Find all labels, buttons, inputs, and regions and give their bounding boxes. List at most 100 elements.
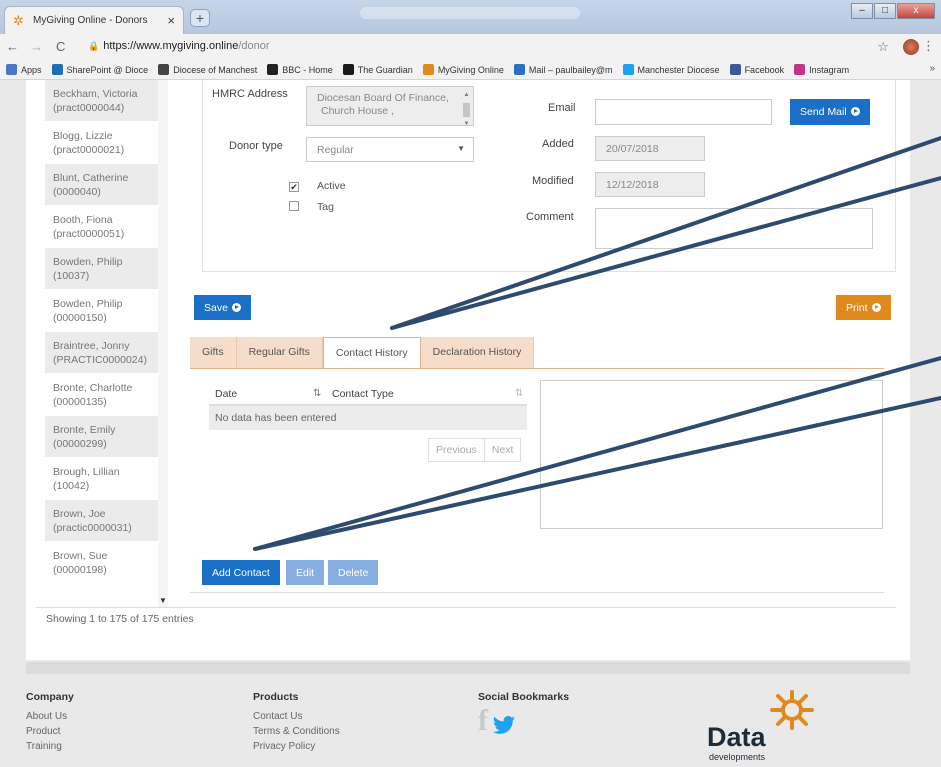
send-mail-button[interactable]: Send Mail (790, 99, 870, 125)
bookmark-label: BBC - Home (282, 64, 333, 75)
footer-company: Company About Us Product Training (26, 690, 74, 754)
bookmark-item[interactable]: Apps (6, 64, 42, 75)
donor-list-item[interactable]: Brown, Joe (practic0000031) (45, 500, 163, 542)
window-controls: – □ x (850, 3, 935, 19)
contact-detail-box[interactable] (540, 380, 883, 529)
facebook-icon[interactable]: f (478, 706, 488, 736)
donor-list-item[interactable]: Bronte, Charlotte (00000135) (45, 374, 163, 416)
bookmark-star-icon[interactable]: ☆ (877, 39, 889, 55)
hmrc-scrollbar[interactable]: ▲ ▼ (462, 89, 471, 127)
add-contact-button[interactable]: Add Contact (202, 560, 280, 585)
bookmark-item[interactable]: Facebook (729, 64, 785, 75)
donor-type-value: Regular (317, 144, 354, 156)
bookmark-item[interactable]: Manchester Diocese (622, 64, 720, 75)
previous-page-button[interactable]: Previous (429, 439, 484, 461)
forward-arrow-icon[interactable]: → (30, 39, 43, 54)
edit-button[interactable]: Edit (286, 560, 325, 585)
donor-list-item[interactable]: Bowden, Philip (00000150) (45, 290, 163, 332)
tab-close-icon[interactable]: × (167, 13, 175, 28)
sort-icon[interactable]: ⇅ (313, 388, 321, 399)
donor-name: Braintree, Jonny (53, 340, 130, 352)
twitter-icon[interactable] (492, 716, 516, 736)
modified-label: Modified (532, 175, 574, 187)
menu-kebab-icon[interactable]: ⋮ (922, 38, 935, 54)
bookmark-icon (342, 64, 354, 75)
donor-list-scrollbar[interactable]: ▼ (158, 80, 168, 608)
bookmark-item[interactable]: SharePoint @ Dioce (51, 64, 148, 75)
tab-regular-gifts[interactable]: Regular Gifts (236, 337, 323, 368)
footer-link-terms[interactable]: Terms & Conditions (253, 724, 340, 739)
bookmark-item[interactable]: BBC - Home (267, 64, 333, 75)
active-checkbox-box[interactable]: ✔ (289, 182, 299, 192)
new-tab-button[interactable]: + (190, 9, 210, 27)
hmrc-address-field[interactable]: Diocesan Board Of Finance, Church House … (306, 86, 474, 127)
next-page-button[interactable]: Next (483, 439, 521, 461)
print-button[interactable]: Print (836, 295, 891, 320)
donor-list-item[interactable]: Braintree, Jonny (PRACTIC0000024) (45, 332, 163, 374)
footer-link-about[interactable]: About Us (26, 709, 74, 724)
bookmark-icon (158, 64, 170, 75)
donor-name: Brown, Joe (53, 508, 106, 520)
bookmark-item[interactable]: The Guardian (342, 64, 413, 75)
donor-list-item[interactable]: Bronte, Emily (00000299) (45, 416, 163, 458)
save-button[interactable]: Save (194, 295, 251, 320)
donor-ref: (practic0000031) (53, 522, 132, 534)
reload-icon[interactable]: C (56, 39, 65, 54)
contact-type-column-header[interactable]: Contact Type (332, 388, 394, 400)
tab-contact-history[interactable]: Contact History (322, 337, 421, 368)
browser-tab-title: MyGiving Online - Donors (33, 15, 148, 26)
browser-tab[interactable]: ✲ MyGiving Online - Donors × (4, 6, 184, 34)
footer-link-training[interactable]: Training (26, 739, 74, 754)
donor-type-select[interactable]: Regular ▼ (306, 137, 474, 162)
donor-ref: (PRACTIC0000024) (53, 354, 147, 366)
active-checkbox[interactable]: ✔ Active (289, 180, 346, 192)
comment-input[interactable] (595, 208, 873, 249)
date-column-header[interactable]: Date (215, 388, 237, 400)
tag-checkbox-box[interactable] (289, 201, 299, 211)
url-field[interactable]: 🔒 https://www.mygiving.online/donor (88, 40, 270, 52)
bookmark-item[interactable]: Instagram (794, 64, 849, 75)
bookmark-icon (513, 64, 525, 75)
footer-social-title: Social Bookmarks (478, 691, 570, 703)
tag-checkbox[interactable]: Tag (289, 201, 334, 213)
bookmark-item[interactable]: Mail – paulbailey@m (513, 64, 613, 75)
footer-link-contact[interactable]: Contact Us (253, 709, 340, 724)
scroll-down-icon[interactable]: ▼ (159, 596, 167, 605)
donor-name: Blogg, Lizzie (53, 130, 113, 142)
footer-link-privacy[interactable]: Privacy Policy (253, 739, 340, 754)
table-empty-row: No data has been entered (209, 406, 527, 430)
minimize-icon[interactable]: – (851, 3, 873, 19)
bookmarks-more-icon[interactable]: » (929, 63, 935, 74)
donor-list-item[interactable]: Beckham, Victoria (pract0000044) (45, 80, 163, 122)
donor-list-item[interactable]: Bowden, Philip (10037) (45, 248, 163, 290)
donor-name: Bronte, Charlotte (53, 382, 133, 394)
email-input[interactable] (595, 99, 772, 125)
donor-list-item[interactable]: Booth, Fiona (pract0000051) (45, 206, 163, 248)
maximize-icon[interactable]: □ (874, 3, 896, 19)
tab-gifts[interactable]: Gifts (190, 337, 237, 368)
added-label: Added (542, 138, 574, 150)
bookmark-item[interactable]: MyGiving Online (422, 64, 504, 75)
back-arrow-icon[interactable]: ← (6, 39, 19, 54)
hmrc-address-label: HMRC Address (212, 88, 288, 100)
sort-icon[interactable]: ⇅ (515, 388, 523, 399)
delete-button[interactable]: Delete (328, 560, 379, 585)
chevron-down-icon: ▼ (457, 144, 465, 153)
donor-list-item[interactable]: Blunt, Catherine (0000040) (45, 164, 163, 206)
tab-declaration-history[interactable]: Declaration History (420, 337, 535, 368)
logo-subtitle: developments (709, 752, 766, 762)
bookmark-item[interactable]: Diocese of Manchest (158, 64, 257, 75)
donor-list-item[interactable]: Brown, Sue (00000198) (45, 542, 163, 584)
donor-list-item[interactable]: Blogg, Lizzie (pract0000021) (45, 122, 163, 164)
footer-link-product[interactable]: Product (26, 724, 74, 739)
table-pager: Previous Next (428, 438, 522, 462)
donor-ref: (10037) (53, 270, 90, 282)
hmrc-address-line1: Diocesan Board Of Finance, (317, 92, 449, 104)
bookmark-icon (422, 64, 434, 75)
bookmark-label: Facebook (744, 64, 785, 75)
donor-list-item[interactable]: Brough, Lillian (10042) (45, 458, 163, 500)
window-close-icon[interactable]: x (897, 3, 935, 19)
profile-avatar-icon[interactable] (903, 39, 919, 55)
bookmark-label: Apps (21, 64, 42, 75)
logo-star-icon (770, 690, 814, 730)
